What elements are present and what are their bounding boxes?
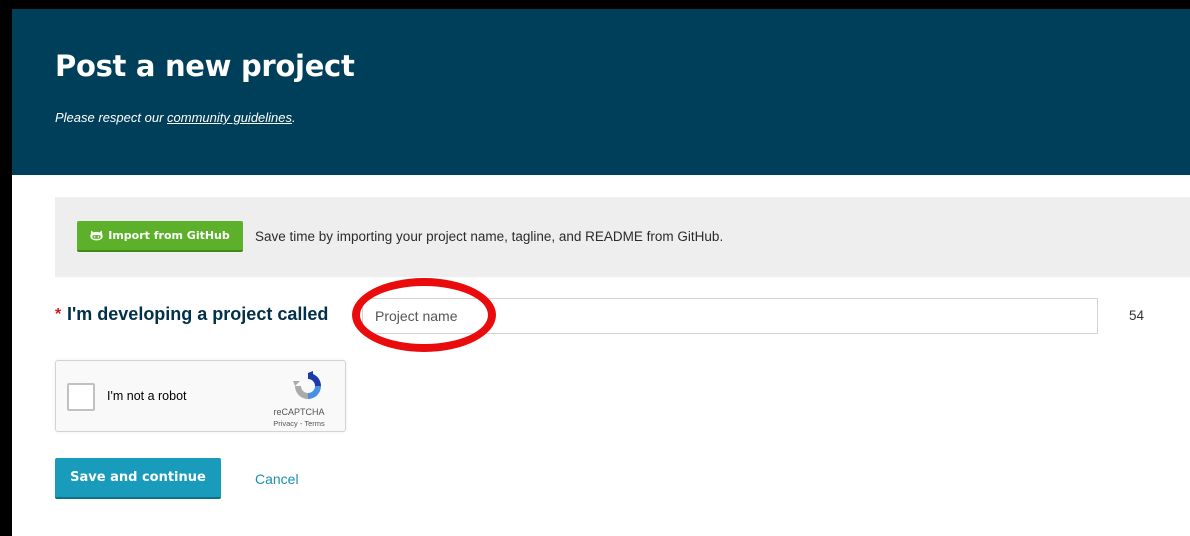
required-marker: * [55,306,62,323]
recaptcha-checkbox[interactable] [67,383,95,411]
recaptcha-terms-link[interactable]: Terms [304,419,324,428]
community-guidelines-link[interactable]: community guidelines [167,110,292,125]
page-header: Post a new project Please respect our co… [12,9,1190,175]
recaptcha-label: I'm not a robot [107,389,187,403]
recaptcha-widget: I'm not a robot reCAPTCHA Privacy - Term… [55,360,346,432]
character-count: 54 [1129,308,1145,323]
save-and-continue-button[interactable]: Save and continue [55,458,221,499]
import-description: Save time by importing your project name… [255,229,724,244]
import-button-label: Import from GitHub [108,229,230,242]
recaptcha-logo-icon [292,370,324,407]
import-from-github-button[interactable]: Import from GitHub [77,221,243,252]
recaptcha-privacy-link[interactable]: Privacy [273,419,298,428]
recaptcha-links: Privacy - Terms [256,419,342,428]
page-subtitle: Please respect our community guidelines. [55,110,296,125]
recaptcha-brand: reCAPTCHA [273,407,325,417]
page-title: Post a new project [55,49,355,83]
project-name-row: * I'm developing a project called 54 [55,297,1175,335]
github-import-panel: Import from GitHub Save time by importin… [55,197,1190,277]
project-name-label: I'm developing a project called [67,304,329,324]
page: Post a new project Please respect our co… [12,9,1190,536]
subtitle-suffix: . [292,110,296,125]
github-octocat-icon [90,230,103,241]
cancel-link[interactable]: Cancel [255,471,299,487]
project-name-input[interactable] [362,298,1098,334]
subtitle-prefix: Please respect our [55,110,168,125]
